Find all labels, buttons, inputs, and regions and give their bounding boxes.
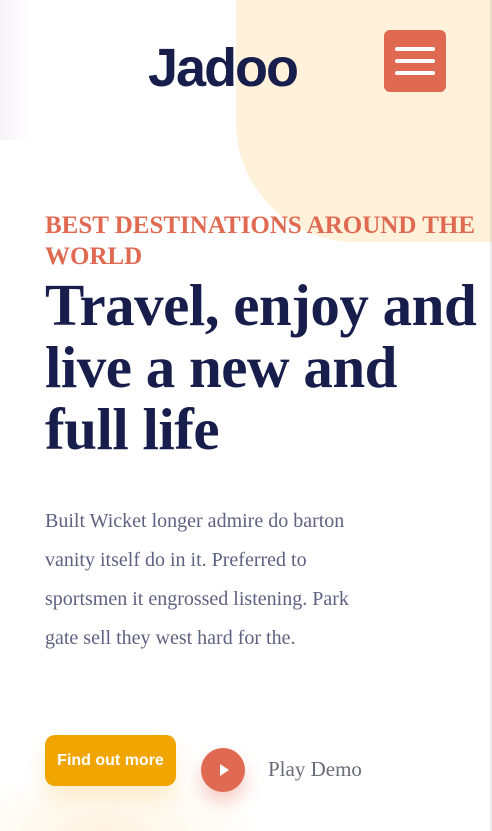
play-icon — [220, 764, 229, 776]
hamburger-menu-icon-bar — [395, 47, 435, 51]
hamburger-menu-button[interactable] — [384, 30, 446, 92]
find-out-more-button[interactable]: Find out more — [45, 735, 176, 786]
decorative-blob — [236, 0, 492, 242]
hero-eyebrow: Best Destinations around the world — [45, 212, 476, 270]
hamburger-menu-icon-bar — [395, 71, 435, 75]
background-fade — [0, 0, 30, 140]
play-demo-button[interactable] — [201, 748, 245, 792]
play-demo-label[interactable]: Play Demo — [268, 757, 362, 782]
hamburger-menu-icon-bar — [395, 59, 435, 63]
hero-description: Built Wicket longer admire do barton van… — [45, 510, 349, 649]
brand-logo[interactable]: Jadoo — [148, 38, 299, 98]
hero-headline: Travel, enjoy and live a new and full li… — [45, 272, 477, 462]
